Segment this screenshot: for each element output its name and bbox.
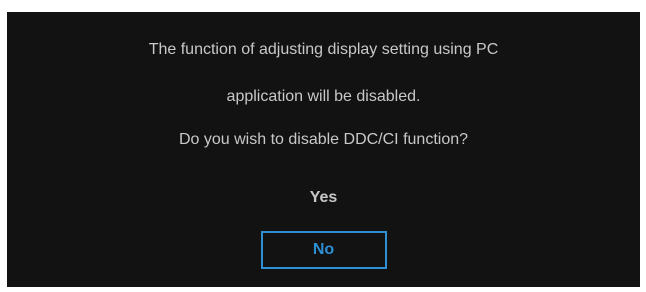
yes-option-button[interactable]: Yes xyxy=(262,185,386,211)
dialog-message-line-1: The function of adjusting display settin… xyxy=(148,41,499,58)
no-option-button[interactable]: No xyxy=(260,231,387,269)
ddc-ci-confirm-dialog: The function of adjusting display settin… xyxy=(7,12,640,287)
dialog-question: Do you wish to disable DDC/CI function? xyxy=(178,131,469,148)
dialog-message-line-2: application will be disabled. xyxy=(226,88,421,105)
